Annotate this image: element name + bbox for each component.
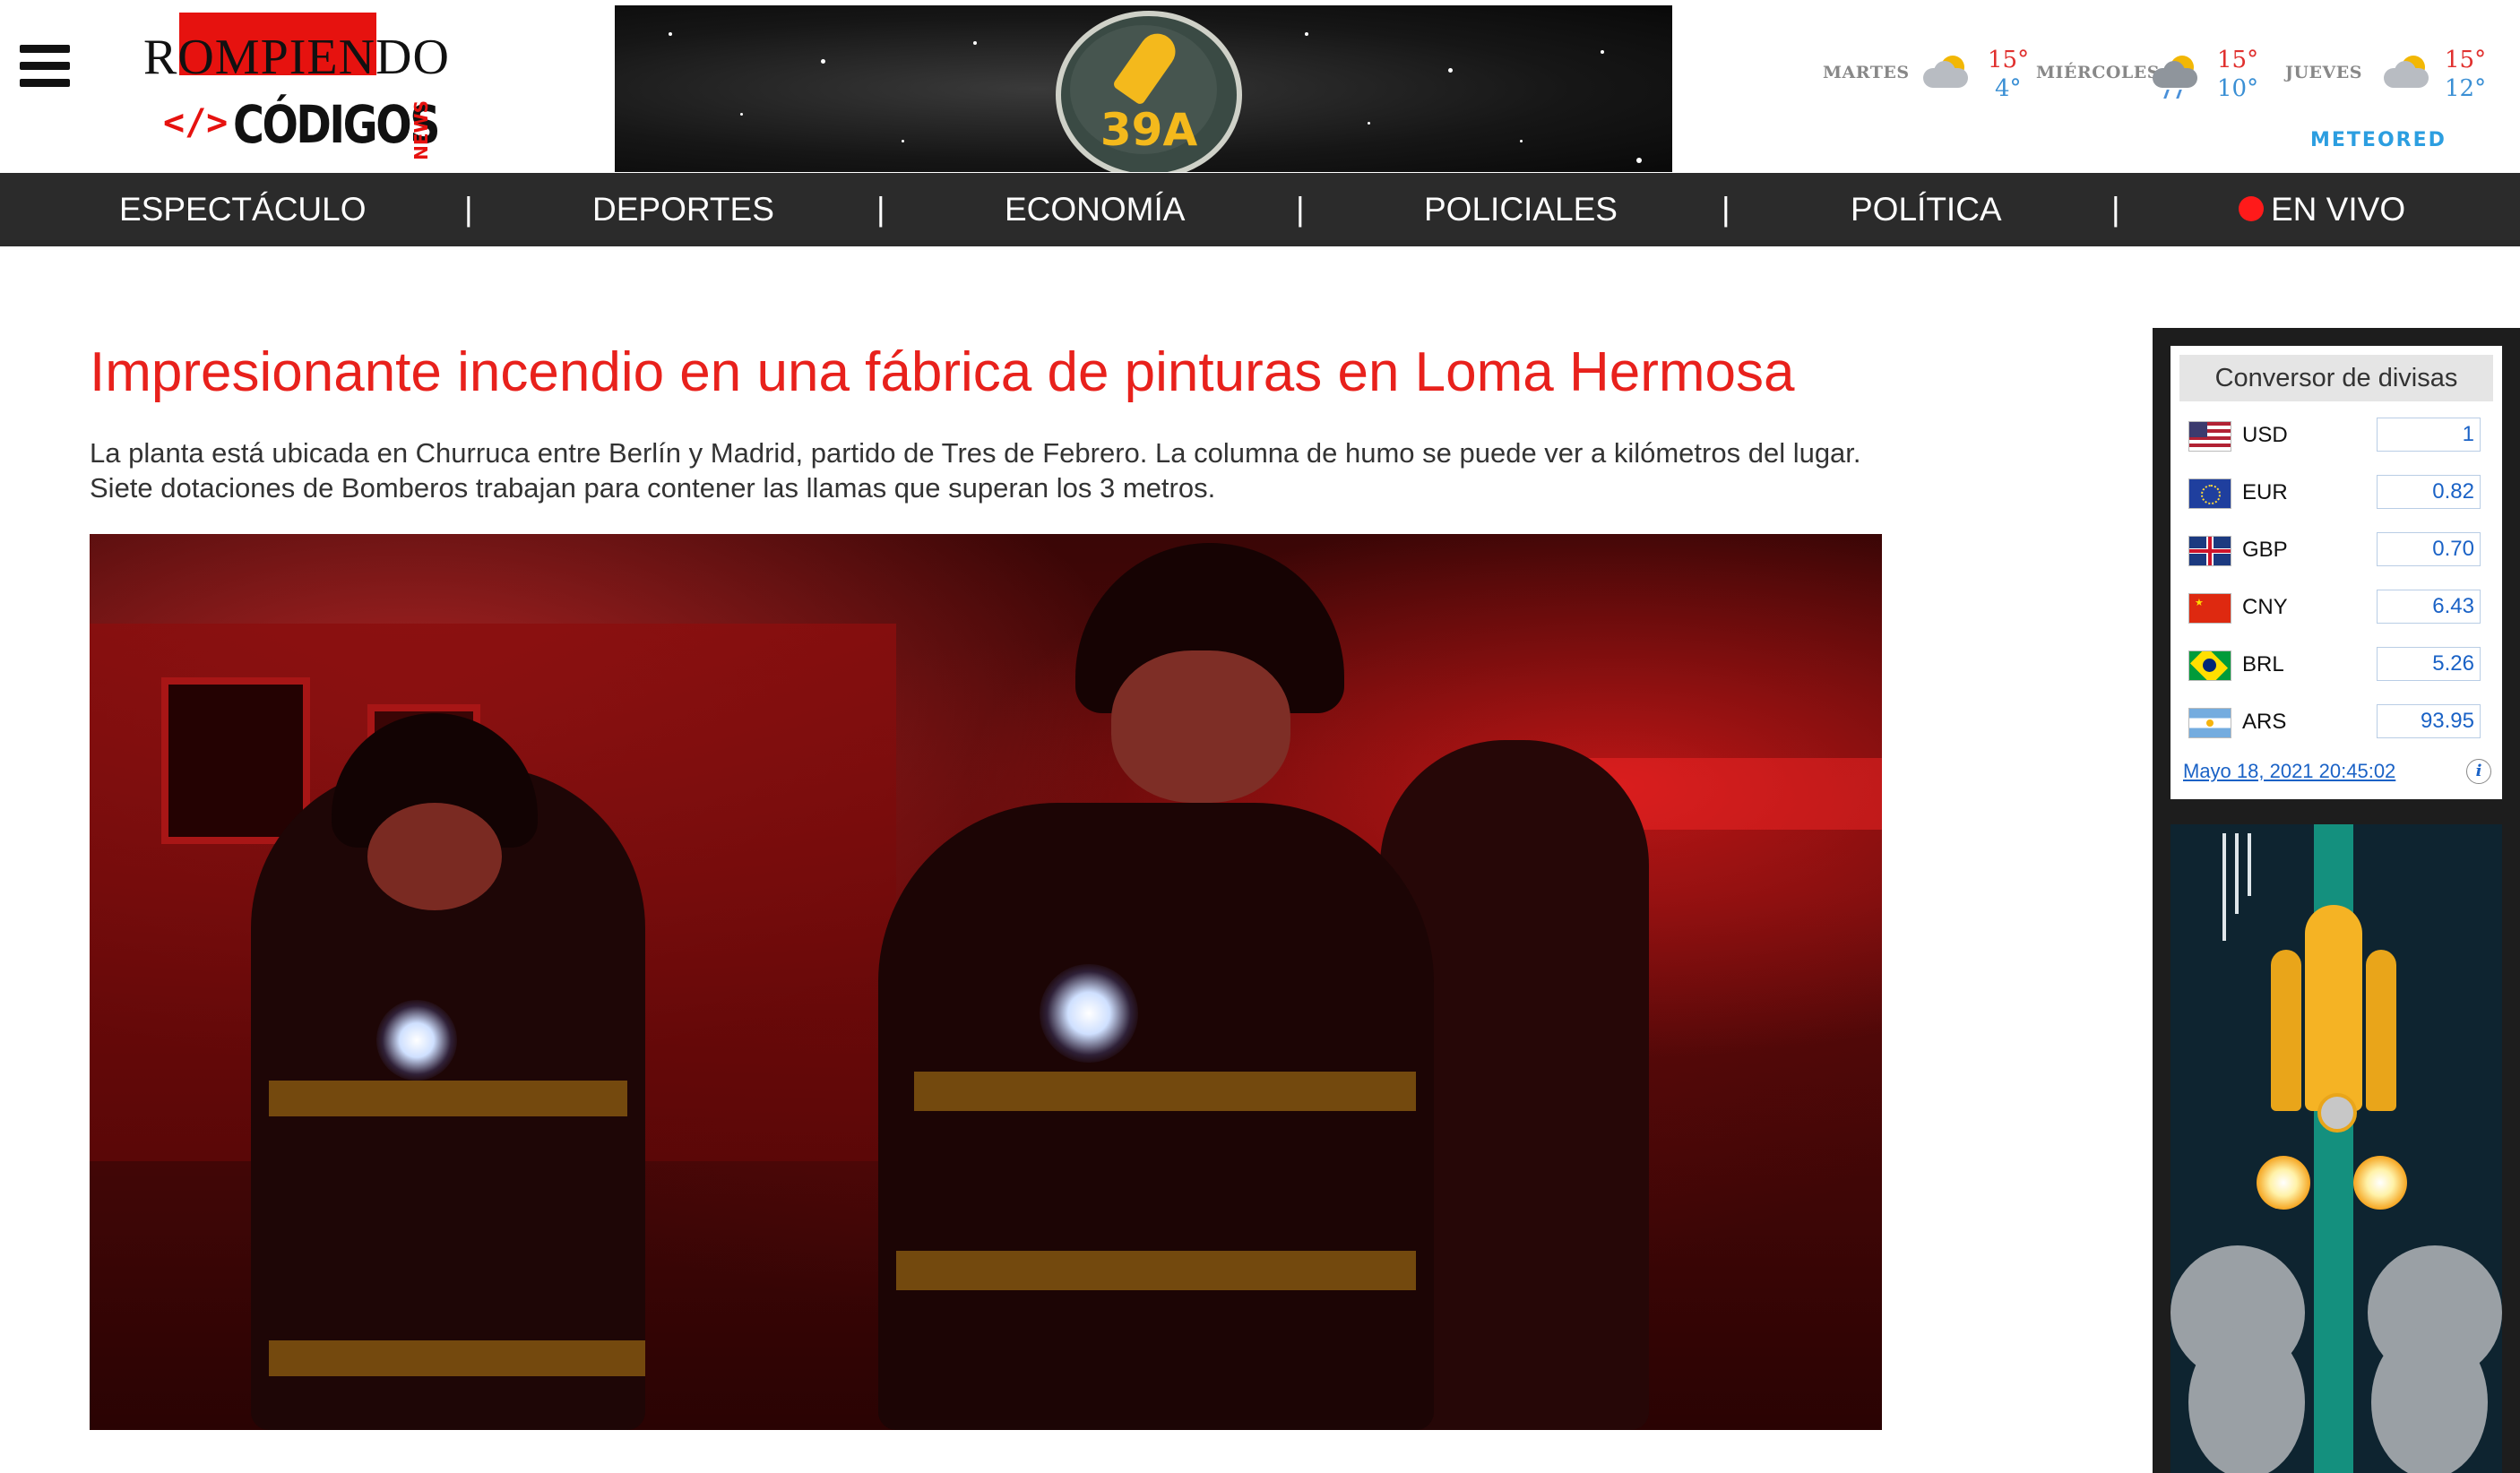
rocket-icon (2305, 905, 2362, 1111)
cloud-rain-icon (2153, 56, 2199, 99)
currency-value-input[interactable]: 0.82 (2377, 475, 2481, 509)
info-icon[interactable]: i (2466, 759, 2491, 784)
currency-value-input[interactable]: 1 (2377, 418, 2481, 452)
uk-flag-icon (2188, 536, 2231, 566)
flame-icon (2353, 1156, 2407, 1210)
eu-flag-icon (2188, 478, 2231, 509)
nav-item-deportes[interactable]: DEPORTES (592, 173, 774, 246)
smoke-cloud (2188, 1326, 2305, 1473)
flashlight-glow (376, 1000, 457, 1081)
ar-flag-icon (2188, 708, 2231, 738)
nav-item-economia[interactable]: ECONOMÍA (1005, 173, 1185, 246)
currency-row: EUR 0.82 (2188, 475, 2493, 514)
hamburger-menu-icon[interactable] (20, 45, 70, 95)
br-flag-icon (2188, 650, 2231, 681)
sidebar-rocket-ad[interactable] (2170, 824, 2502, 1473)
nav-item-policiales[interactable]: POLICIALES (1424, 173, 1618, 246)
code-symbol-icon: </> (163, 102, 229, 143)
nav-separator: | (1296, 191, 1305, 228)
currency-row: USD 1 (2188, 418, 2493, 457)
flashlight-glow (1040, 964, 1138, 1063)
weather-day-2: MIÉRCOLES 15° 10° (2036, 47, 2269, 102)
face-shape (1111, 650, 1290, 803)
article-summary: La planta está ubicada en Churruca entre… (90, 437, 1861, 504)
currency-value-input[interactable]: 6.43 (2377, 590, 2481, 624)
weather-day-3: JUEVES 15° 12° (2285, 47, 2500, 102)
weather-day-label: JUEVES (2285, 63, 2362, 82)
rocket-booster (2271, 950, 2301, 1111)
currency-value-input[interactable]: 93.95 (2377, 704, 2481, 738)
flame-icon (2257, 1156, 2310, 1210)
partly-cloudy-icon (2384, 56, 2430, 88)
currency-row: GBP 0.70 (2188, 532, 2493, 572)
logo-line2: CÓDIGOS (233, 94, 440, 155)
weather-day-1: MARTES 15° 4° (1823, 47, 2038, 102)
currency-row: ARS 93.95 (2188, 704, 2493, 744)
converter-title: Conversor de divisas (2179, 355, 2493, 401)
meteored-link[interactable]: METEORED (2310, 129, 2447, 151)
article-headline[interactable]: Impresionante incendio en una fábrica de… (90, 340, 1927, 405)
main-nav: ESPECTÁCULO | DEPORTES | ECONOMÍA | POLI… (0, 173, 2520, 246)
rocket-window (2317, 1093, 2357, 1133)
weather-day-label: MIÉRCOLES (2036, 63, 2160, 82)
speed-line (2235, 833, 2239, 914)
article-photo[interactable] (90, 534, 1882, 1430)
partly-cloudy-icon (1923, 56, 1970, 88)
live-dot-icon (2239, 196, 2264, 222)
nav-live-label: EN VIVO (2271, 191, 2406, 228)
converter-date-link[interactable]: Mayo 18, 2021 20:45:02 (2183, 760, 2395, 783)
nav-item-politica[interactable]: POLÍTICA (1851, 173, 2002, 246)
currency-converter-widget: Conversor de divisas USD 1 EUR 0.82 GBP … (2170, 346, 2502, 799)
currency-row: BRL 5.26 (2188, 647, 2493, 686)
weather-high: 15° (1988, 47, 2030, 73)
top-ad-banner[interactable]: 39A (615, 5, 1672, 172)
currency-row: ★ CNY 6.43 (2188, 590, 2493, 629)
logo-news-badge: NEWS (410, 100, 432, 160)
nav-item-espectaculo[interactable]: ESPECTÁCULO (119, 173, 367, 246)
weather-low: 10° (2217, 75, 2259, 102)
nav-separator: | (2111, 191, 2120, 228)
reflective-stripe (914, 1072, 1416, 1111)
currency-code: BRL (2242, 652, 2284, 676)
currency-code: EUR (2242, 480, 2288, 504)
currency-code: GBP (2242, 538, 2288, 562)
logo-line1: ROMPIENDO (143, 30, 450, 85)
weather-low: 4° (1995, 75, 2022, 102)
currency-code: USD (2242, 423, 2288, 447)
site-logo[interactable]: ROMPIENDO </> CÓDIGOS NEWS (143, 13, 450, 160)
smoke-cloud (2371, 1326, 2488, 1473)
face-shape (367, 803, 502, 910)
reflective-stripe (896, 1251, 1416, 1290)
rocket-badge-icon: 39A (1056, 11, 1242, 172)
weather-high: 15° (2217, 47, 2259, 73)
nav-separator: | (876, 191, 885, 228)
currency-code: ARS (2242, 710, 2287, 734)
badge-text: 39A (1100, 104, 1198, 156)
truck-window-shape (161, 677, 310, 844)
reflective-stripe (269, 1081, 627, 1116)
weather-high: 15° (2445, 47, 2487, 73)
nav-item-en-vivo[interactable]: EN VIVO (2239, 173, 2405, 246)
speed-line (2248, 833, 2251, 896)
currency-value-input[interactable]: 0.70 (2377, 532, 2481, 566)
currency-code: CNY (2242, 595, 2288, 619)
rocket-booster (2366, 950, 2396, 1111)
speed-line (2222, 833, 2226, 941)
cn-flag-icon: ★ (2188, 593, 2231, 624)
nav-separator: | (464, 191, 473, 228)
firefighter-shape (878, 803, 1434, 1430)
weather-low: 12° (2445, 75, 2487, 102)
reflective-stripe (269, 1340, 645, 1376)
weather-day-label: MARTES (1823, 63, 1910, 82)
currency-value-input[interactable]: 5.26 (2377, 647, 2481, 681)
us-flag-icon (2188, 421, 2231, 452)
nav-separator: | (1722, 191, 1730, 228)
